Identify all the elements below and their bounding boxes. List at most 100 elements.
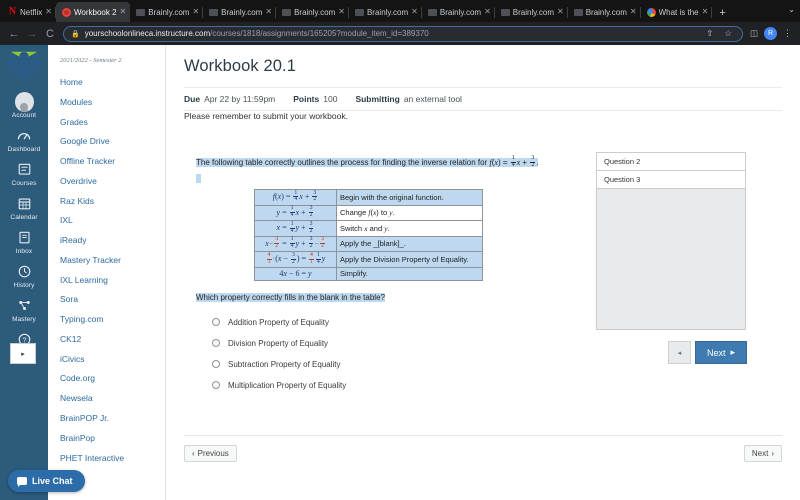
radio-button[interactable]	[212, 318, 220, 327]
browser-tab[interactable]: Brainly.com ✕	[130, 2, 204, 22]
close-icon[interactable]: ✕	[265, 8, 272, 16]
course-nav-item-grades[interactable]: Grades	[48, 113, 165, 133]
answer-option-division[interactable]: Division Property of Equality	[212, 339, 592, 348]
tab-title: Brainly.com	[294, 7, 336, 17]
submitting-meta: Submitting an external tool	[355, 94, 462, 104]
question-list: Question 2 Question 3	[596, 152, 746, 330]
course-nav-item-brainpop-jr[interactable]: BrainPOP Jr.	[48, 409, 165, 429]
course-nav-item-typing[interactable]: Typing.com	[48, 310, 165, 330]
course-nav-item-brainpop[interactable]: BrainPop	[48, 429, 165, 449]
url-host: yourschoolonlineca.instructure.com	[84, 29, 211, 38]
course-nav-item-overdrive[interactable]: Overdrive	[48, 172, 165, 192]
answer-option-addition[interactable]: Addition Property of Equality	[212, 318, 592, 327]
previous-module-button[interactable]: ‹ Previous	[184, 445, 237, 462]
course-nav-item-ixl[interactable]: IXL	[48, 211, 165, 231]
answer-options: Addition Property of Equality Division P…	[212, 318, 592, 390]
brainly-icon	[282, 8, 292, 16]
points-meta: Points 100	[293, 94, 337, 104]
course-nav-item-google-drive[interactable]: Google Drive	[48, 132, 165, 152]
profile-avatar[interactable]: R	[764, 27, 777, 40]
sidebar-item-dashboard[interactable]: Dashboard	[0, 123, 48, 157]
close-icon[interactable]: ✕	[630, 8, 637, 16]
course-nav-item-newsela[interactable]: Newsela	[48, 389, 165, 409]
sidebar-item-account[interactable]: Account	[0, 89, 48, 123]
sidebar-item-mastery[interactable]: Mastery	[0, 293, 48, 327]
side-panel-icon[interactable]: ◫	[747, 28, 761, 39]
course-nav-item-sora[interactable]: Sora	[48, 290, 165, 310]
browser-tab[interactable]: Brainly.com ✕	[495, 2, 568, 22]
table-equation-cell: x− 3 2 = 14y + 3 2−3 2	[254, 235, 337, 253]
course-nav-item-ixl-learning[interactable]: IXL Learning	[48, 271, 165, 291]
close-icon[interactable]: ✕	[557, 8, 564, 16]
new-tab-button[interactable]: +	[712, 4, 732, 22]
course-nav-item-mastery-tracker[interactable]: Mastery Tracker	[48, 251, 165, 271]
course-nav-item-icivics[interactable]: iCivics	[48, 350, 165, 370]
sidebar-item-label: Dashboard	[7, 146, 41, 153]
course-nav-item-iready[interactable]: iReady	[48, 231, 165, 251]
table-row: 4 1 ·(x − 3 2) = 4114y Apply the Division P…	[254, 251, 483, 268]
browser-tab[interactable]: Brainly.com ✕	[568, 2, 641, 22]
radio-button[interactable]	[212, 381, 220, 390]
course-nav-item-modules[interactable]: Modules	[48, 93, 165, 113]
browser-tab[interactable]: Brainly.com ✕	[203, 2, 276, 22]
course-nav-item-code-org[interactable]: Code.org	[48, 369, 165, 389]
answer-label: Division Property of Equality	[228, 338, 329, 348]
table-desc-cell: Apply the Division Property of Equality.	[336, 251, 483, 268]
question-next-button[interactable]: Next ▸	[694, 341, 747, 364]
sidebar-item-calendar[interactable]: Calendar	[0, 191, 48, 225]
browser-tab[interactable]: Brainly.com ✕	[422, 2, 495, 22]
sidebar-item-courses[interactable]: Courses	[0, 157, 48, 191]
close-icon[interactable]: ✕	[45, 8, 52, 16]
tab-title: Workbook 2	[74, 7, 117, 17]
course-nav-item-phet[interactable]: PHET Interactive	[48, 449, 165, 469]
close-icon[interactable]: ✕	[120, 8, 127, 16]
close-icon[interactable]: ✕	[338, 8, 345, 16]
forward-icon[interactable]: →	[23, 25, 41, 43]
share-icon[interactable]: ⇧	[703, 28, 716, 39]
question-list-item-3[interactable]: Question 3	[597, 171, 745, 189]
live-chat-button[interactable]: Live Chat	[8, 470, 85, 492]
sidebar-item-history[interactable]: History	[0, 259, 48, 293]
next-module-button[interactable]: Next ›	[743, 445, 782, 462]
sidebar-item-inbox[interactable]: Inbox	[0, 225, 48, 259]
close-icon[interactable]: ✕	[702, 8, 709, 16]
tab-list-icon[interactable]: ⌄	[788, 5, 795, 14]
course-nav-item-offline-tracker[interactable]: Offline Tracker	[48, 152, 165, 172]
course-nav-item-home[interactable]: Home	[48, 73, 165, 93]
close-icon[interactable]: ✕	[192, 8, 199, 16]
collapse-nav-button[interactable]: ▸	[10, 343, 36, 364]
question-list-item-2[interactable]: Question 2	[597, 153, 745, 171]
browser-tab[interactable]: N Netflix ✕	[2, 2, 56, 22]
answer-option-subtraction[interactable]: Subtraction Property of Equality	[212, 360, 592, 369]
courses-icon	[15, 160, 34, 179]
close-icon[interactable]: ✕	[484, 8, 491, 16]
tab-title: Brainly.com	[148, 7, 190, 17]
school-logo-icon[interactable]	[5, 48, 43, 84]
browser-tab[interactable]: What is the ✕	[641, 2, 713, 22]
question-nav: ◂ Next ▸	[596, 341, 747, 364]
browser-tab[interactable]: Brainly.com ✕	[349, 2, 422, 22]
bookmark-star-icon[interactable]: ☆	[721, 28, 735, 39]
close-icon[interactable]: ✕	[411, 8, 418, 16]
browser-tab-strip: N Netflix ✕ Workbook 2 ✕ Brainly.com ✕ B…	[0, 0, 800, 22]
reload-icon[interactable]: C	[41, 25, 59, 43]
browser-toolbar: ← → C 🔒 yourschoolonlineca.instructure.c…	[0, 22, 800, 45]
assignment-instruction: Please remember to submit your workbook.	[184, 111, 348, 121]
table-desc-cell: Switch x and y.	[336, 220, 483, 237]
table-equation-cell: 4 1 ·(x − 3 2) = 4114y	[254, 251, 337, 268]
browser-tab[interactable]: Brainly.com ✕	[276, 2, 349, 22]
course-nav-item-raz-kids[interactable]: Raz Kids	[48, 192, 165, 212]
radio-button[interactable]	[212, 360, 220, 369]
answer-option-multiplication[interactable]: Multiplication Property of Equality	[212, 381, 592, 390]
chrome-icon	[646, 7, 656, 17]
table-equation-cell: x = 14y + 32	[254, 220, 337, 237]
browser-tab-active[interactable]: Workbook 2 ✕	[56, 2, 131, 22]
radio-button[interactable]	[212, 339, 220, 348]
course-nav-item-ck12[interactable]: CK12	[48, 330, 165, 350]
browser-menu-icon[interactable]: ⋮	[780, 28, 795, 39]
question-prev-button[interactable]: ◂	[667, 341, 691, 364]
address-bar[interactable]: 🔒 yourschoolonlineca.instructure.com/cou…	[63, 25, 743, 42]
chevron-right-icon: ▸	[730, 347, 735, 357]
table-desc-cell: Change f(x) to y.	[336, 204, 483, 222]
back-icon[interactable]: ←	[5, 25, 23, 43]
